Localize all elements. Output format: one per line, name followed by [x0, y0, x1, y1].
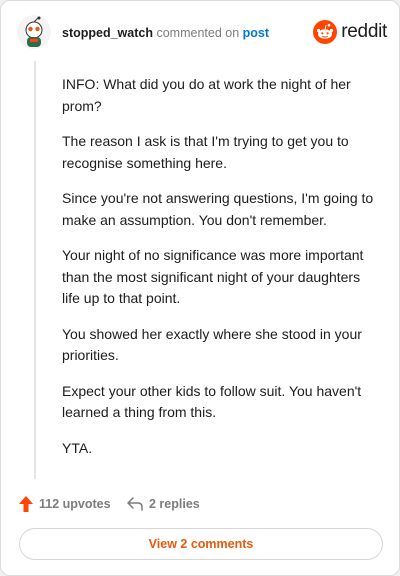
reddit-logo-icon: [313, 20, 338, 44]
comment-paragraph: Your night of no significance was more i…: [62, 247, 364, 306]
thread-line[interactable]: [34, 61, 36, 479]
username-link[interactable]: stopped_watch: [62, 26, 153, 40]
commented-on-text: commented on: [156, 26, 240, 40]
comment-paragraph: Since you're not answering questions, I'…: [62, 190, 374, 228]
upvote-button[interactable]: 112 upvotes: [19, 493, 111, 515]
view-comments-button[interactable]: View 2 comments: [19, 528, 383, 560]
upvote-arrow-icon: [19, 496, 33, 512]
comment-paragraph: INFO: What did you do at work the night …: [62, 76, 351, 114]
post-link[interactable]: post: [243, 26, 269, 40]
comment-paragraph: YTA.: [62, 439, 93, 456]
reddit-wordmark: reddit: [341, 21, 387, 42]
comment-body: INFO: What did you do at work the night …: [62, 74, 380, 473]
reddit-brand[interactable]: reddit: [313, 19, 387, 45]
upvote-count: 112 upvotes: [39, 497, 111, 511]
comment-paragraph: You showed her exactly where she stood i…: [62, 325, 362, 364]
comment-actions: 112 upvotes 2 replies: [19, 493, 379, 515]
replies-count: 2 replies: [149, 497, 200, 511]
comment-paragraph: Expect your other kids to follow suit. Y…: [62, 382, 362, 421]
comment-meta: stopped_watch commented on post: [62, 26, 269, 40]
comment-paragraph: The reason I ask is that I'm trying to g…: [62, 133, 349, 171]
snoo-avatar-icon: [17, 15, 51, 49]
comment-card: stopped_watch commented on post reddit I…: [0, 0, 400, 576]
reply-arrow-icon: [127, 497, 143, 511]
replies-button[interactable]: 2 replies: [127, 493, 200, 515]
comment-header: stopped_watch commented on post reddit: [17, 15, 387, 55]
user-avatar[interactable]: [17, 15, 51, 49]
